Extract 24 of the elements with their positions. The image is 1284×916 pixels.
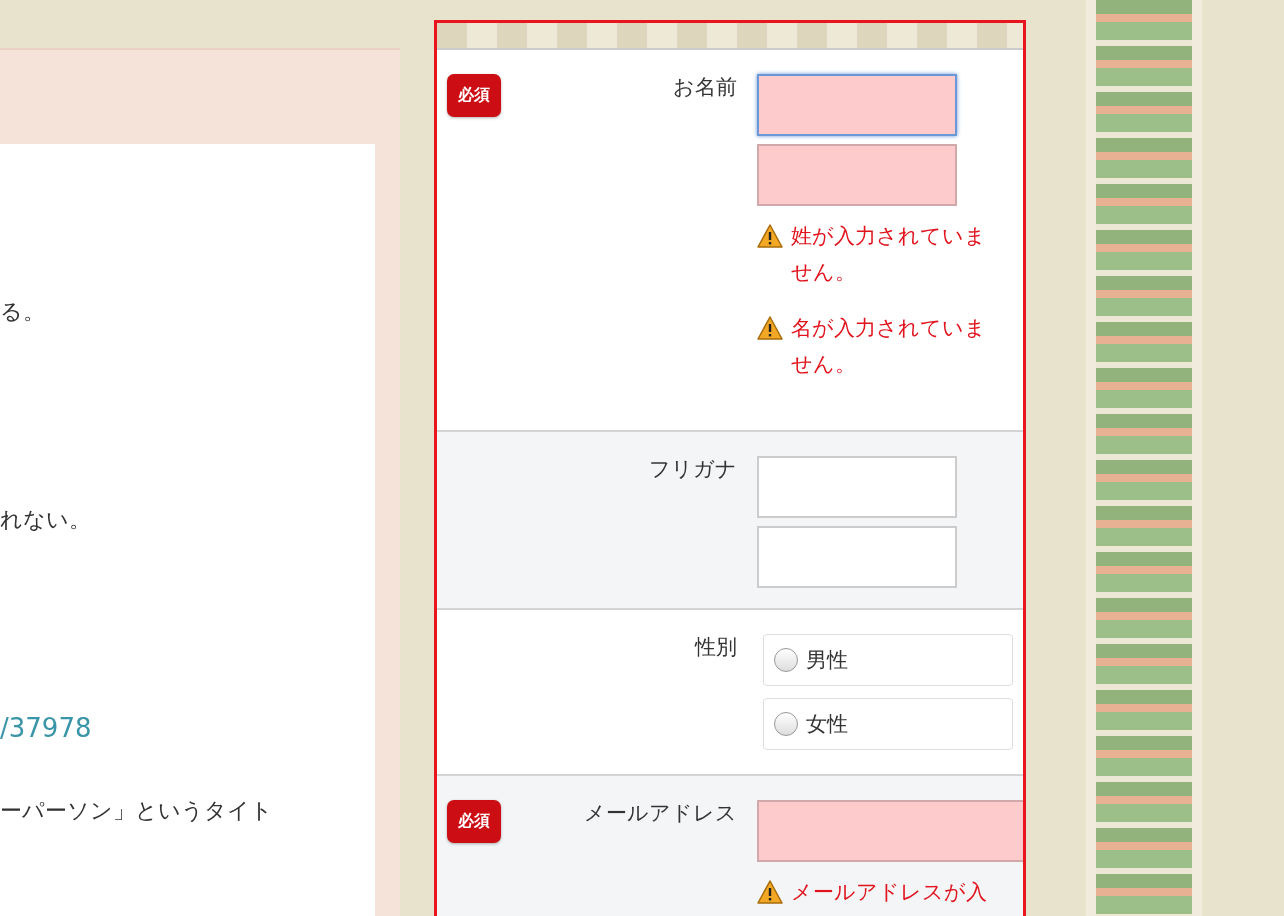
radio-icon[interactable] — [774, 712, 798, 736]
radio-option[interactable]: 男性 — [763, 634, 1013, 686]
field-label: メールアドレス — [583, 800, 738, 827]
warning-icon — [757, 880, 783, 904]
field-label: フリガナ — [648, 456, 738, 483]
required-badge: 必須 — [447, 800, 501, 843]
radio-icon[interactable] — [774, 648, 798, 672]
error-message: 姓が入力されていません。 — [791, 223, 987, 286]
article-text: る。 — [0, 298, 46, 326]
article-text: れない。 — [0, 506, 92, 534]
text-input[interactable] — [757, 456, 957, 518]
field-label: お名前 — [672, 74, 738, 101]
warning-icon — [757, 316, 783, 340]
error-message: メールアドレスが入 — [791, 879, 988, 906]
text-input[interactable] — [757, 74, 957, 136]
text-input[interactable] — [757, 800, 1023, 862]
field-label: 性別 — [693, 634, 738, 661]
radio-option[interactable]: 女性 — [763, 698, 1013, 750]
warning-icon — [757, 224, 783, 248]
text-input[interactable] — [757, 144, 957, 206]
error-message: 名が入力されていません。 — [791, 315, 987, 378]
article-text: ーパーソン」というタイト — [0, 797, 274, 825]
required-badge: 必須 — [447, 74, 501, 117]
text-input[interactable] — [757, 526, 957, 588]
